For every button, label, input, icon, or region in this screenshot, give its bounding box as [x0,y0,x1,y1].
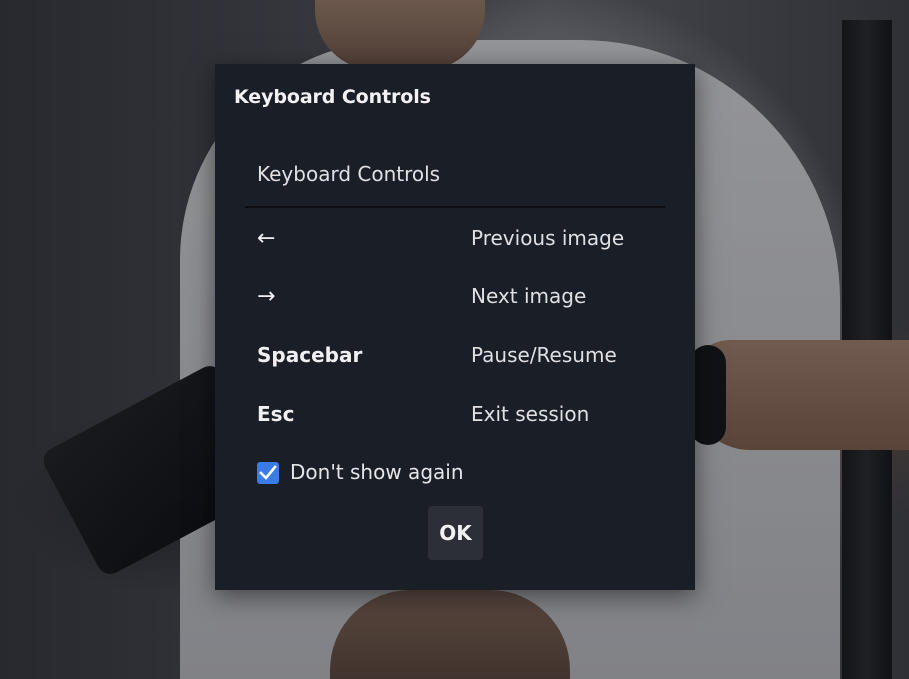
shortcut-row-previous: ← Previous image [257,226,667,260]
shortcut-action: Exit session [471,402,590,426]
left-arrow-key: ← [257,226,276,251]
spacebar-key: Spacebar [257,343,363,367]
dialog-title: Keyboard Controls [234,86,431,108]
dont-show-again-label[interactable]: Don't show again [290,460,464,484]
section-header: Keyboard Controls [245,150,665,208]
shortcut-row-next: → Next image [257,284,667,318]
esc-key: Esc [257,402,295,426]
section-header-label: Keyboard Controls [257,162,441,186]
checkmark-icon [259,465,277,480]
right-arrow-key: → [257,284,276,309]
shortcut-row-pause: Spacebar Pause/Resume [257,343,667,377]
shortcut-action: Previous image [471,226,625,250]
shortcut-action: Pause/Resume [471,343,617,367]
shortcut-row-exit: Esc Exit session [257,402,667,436]
shortcut-action: Next image [471,284,587,308]
keyboard-controls-dialog: Keyboard Controls Keyboard Controls ← Pr… [215,64,695,590]
ok-button[interactable]: OK [428,506,483,560]
dont-show-again-checkbox[interactable] [257,462,279,484]
